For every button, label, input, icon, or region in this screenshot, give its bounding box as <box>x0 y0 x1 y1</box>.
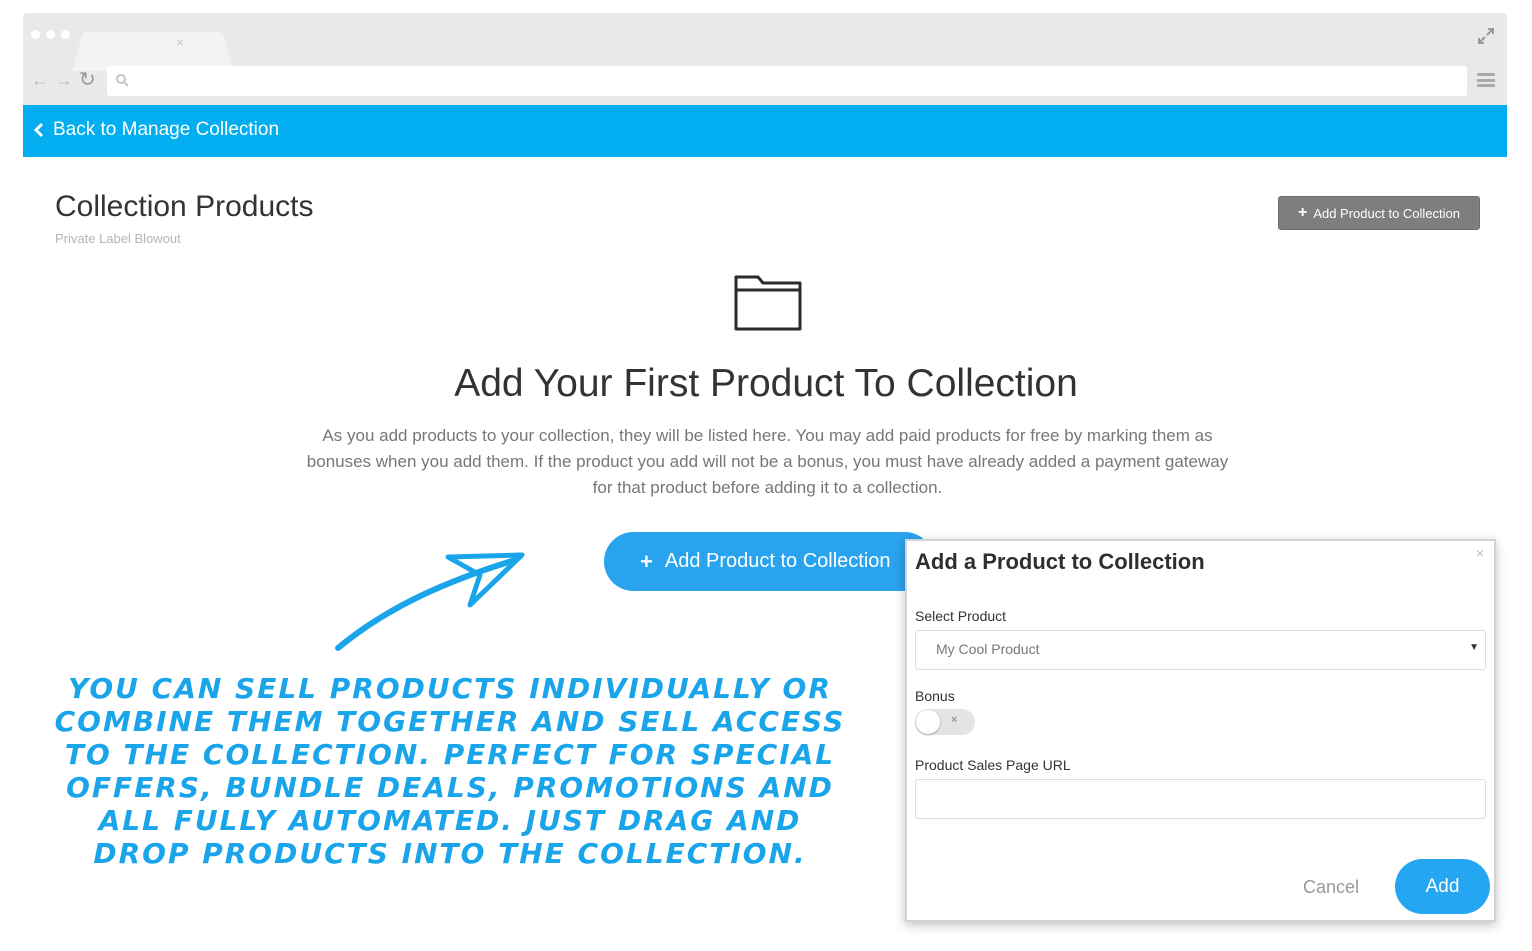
annotation-arrow-icon <box>335 552 525 651</box>
page-subtitle: Private Label Blowout <box>55 231 181 246</box>
add-first-product-button-label: Add Product to Collection <box>664 550 891 572</box>
cancel-button[interactable]: Cancel <box>1303 877 1359 898</box>
page-title: Collection Products <box>55 190 314 223</box>
reload-icon[interactable]: ↻ <box>79 70 96 90</box>
back-arrow-icon[interactable]: ← <box>31 70 49 90</box>
window-dot[interactable] <box>46 30 55 39</box>
chevron-down-icon: ▼ <box>1469 642 1479 653</box>
bonus-label: Bonus <box>915 688 955 704</box>
modal-title: Add a Product to Collection <box>915 549 1205 574</box>
add-button[interactable]: Add <box>1395 859 1490 914</box>
window-dot[interactable] <box>31 30 40 39</box>
add-product-modal: Add a Product to Collection × Select Pro… <box>905 539 1496 922</box>
off-icon: × <box>951 714 958 726</box>
chevron-left-icon <box>33 122 44 138</box>
add-product-button-label: Add Product to Collection <box>1313 205 1461 221</box>
plus-icon: + <box>640 548 653 574</box>
annotation-text: You can sell products individually or co… <box>54 672 846 870</box>
product-select[interactable]: My Cool Product ▼ <box>915 630 1486 670</box>
sales-url-input[interactable] <box>915 779 1486 819</box>
tab-close-icon[interactable]: × <box>176 35 184 50</box>
forward-arrow-icon[interactable]: → <box>55 70 73 90</box>
search-icon <box>116 74 129 87</box>
window-controls <box>31 30 70 39</box>
window-dot[interactable] <box>61 30 70 39</box>
folder-icon <box>734 275 802 331</box>
bonus-toggle[interactable]: × <box>915 709 975 735</box>
add-product-button[interactable]: + Add Product to Collection <box>1278 196 1480 230</box>
close-icon[interactable]: × <box>1476 545 1484 561</box>
browser-chrome: × ← → ↻ <box>23 13 1507 105</box>
sales-url-label: Product Sales Page URL <box>915 757 1071 773</box>
fullscreen-icon[interactable] <box>1477 27 1495 45</box>
empty-state-title: Add Your First Product To Collection <box>454 362 1078 405</box>
select-product-label: Select Product <box>915 608 1007 624</box>
back-navigation-bar: Back to Manage Collection <box>23 105 1507 157</box>
back-link[interactable]: Back to Manage Collection <box>33 119 279 141</box>
plus-icon: + <box>1297 204 1308 221</box>
hamburger-menu-icon[interactable] <box>1477 73 1495 87</box>
nav-buttons: ← → ↻ <box>31 70 96 90</box>
add-first-product-button[interactable]: + Add Product to Collection <box>604 532 934 591</box>
empty-state-description: As you add products to your collection, … <box>306 426 1229 497</box>
address-bar[interactable] <box>107 66 1467 96</box>
product-select-value: My Cool Product <box>936 641 1040 657</box>
toggle-knob <box>916 710 940 734</box>
back-link-label: Back to Manage Collection <box>53 119 280 140</box>
